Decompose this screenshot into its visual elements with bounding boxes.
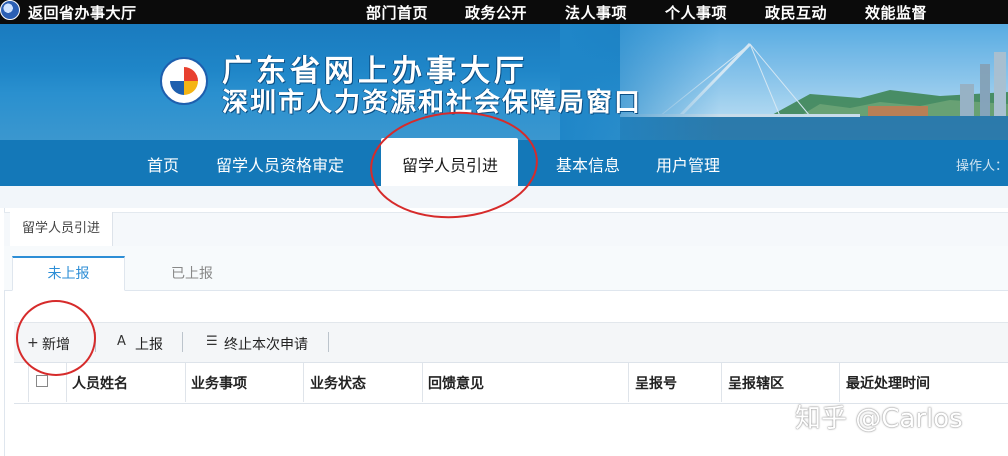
list-icon: ☰ [206, 334, 218, 349]
top-bar: 返回省办事大厅 部门首页 政务公开 法人事项 个人事项 政民互动 效能监督 [0, 0, 1008, 24]
topbar-menu-dept-home[interactable]: 部门首页 [366, 2, 428, 23]
column-divider [721, 363, 722, 402]
breadcrumb-bar [4, 212, 1008, 248]
topbar-menu-interaction[interactable]: 政民互动 [765, 2, 827, 23]
tab-reported[interactable]: 已上报 [140, 258, 244, 290]
nav-item-basic-info[interactable]: 基本信息 [556, 152, 620, 176]
column-header-name: 人员姓名 [72, 376, 128, 392]
watermark-text: 知乎 @Carlos [795, 404, 963, 434]
column-header-business-status: 业务状态 [310, 376, 366, 392]
guangdong-emblem-logo [160, 57, 208, 105]
topbar-menu-legal-entity[interactable]: 法人事项 [565, 2, 627, 23]
nav-item-home[interactable]: 首页 [147, 152, 179, 176]
column-divider [28, 363, 29, 402]
operator-label: 操作人： [956, 159, 1008, 174]
action-toolbar [14, 322, 1008, 363]
column-divider [628, 363, 629, 402]
topbar-menu-gov-affairs[interactable]: 政务公开 [465, 2, 527, 23]
column-header-last-processed-time: 最近处理时间 [846, 376, 930, 392]
column-divider [185, 363, 186, 402]
terminate-application-button[interactable]: 终止本次申请 [224, 334, 308, 354]
column-divider [839, 363, 840, 402]
breadcrumb[interactable]: 留学人员引进 [10, 212, 114, 246]
submit-icon: A [117, 334, 126, 349]
column-header-report-district: 呈报辖区 [728, 376, 784, 392]
nav-item-user-management[interactable]: 用户管理 [656, 152, 720, 176]
back-to-hall-link[interactable]: 返回省办事大厅 [28, 2, 137, 23]
topbar-menu-supervision[interactable]: 效能监督 [865, 2, 927, 23]
tab-not-reported[interactable]: 未上报 [12, 256, 125, 291]
column-header-report-number: 呈报号 [635, 376, 677, 392]
submit-button[interactable]: 上报 [135, 334, 163, 354]
column-divider [303, 363, 304, 402]
nav-item-qualification-review[interactable]: 留学人员资格审定 [216, 152, 344, 176]
column-divider [422, 363, 423, 402]
home-globe-icon[interactable] [0, 0, 20, 20]
column-header-feedback: 回馈意见 [428, 376, 484, 392]
toolbar-divider [182, 332, 183, 352]
annotation-circle-add [16, 300, 96, 376]
toolbar-divider [328, 332, 329, 352]
select-all-checkbox[interactable] [36, 375, 48, 387]
column-header-business-item: 业务事项 [191, 376, 247, 392]
site-subtitle: 深圳市人力资源和社会保障局窗口 [222, 88, 643, 118]
topbar-menu-personal[interactable]: 个人事项 [665, 2, 727, 23]
